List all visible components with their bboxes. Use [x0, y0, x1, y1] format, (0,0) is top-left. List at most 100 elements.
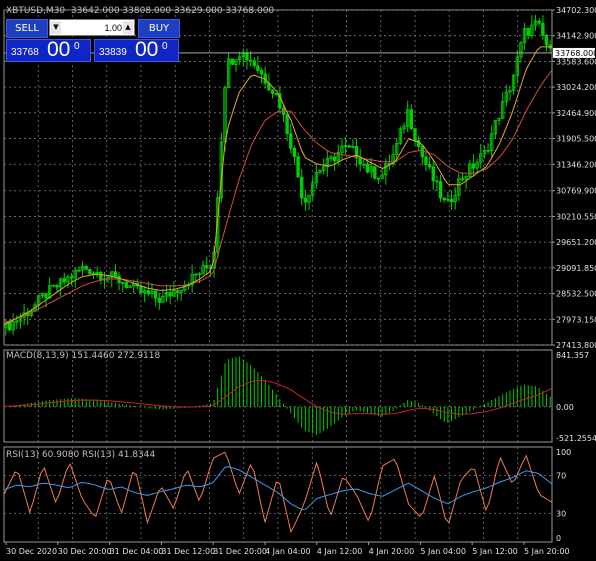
- bid-price-big: 00: [47, 38, 71, 61]
- rsi-tick-label: 0: [556, 534, 561, 543]
- candle-body: [175, 290, 180, 293]
- time-tick-label: 30 Dec 20:00: [58, 547, 112, 556]
- rsi-tick-label: 70: [556, 472, 566, 481]
- rsi-label: RSI(13) 60.9080 RSI(13) 41.8344: [6, 450, 156, 460]
- time-tick-label: 31 Dec 04:00: [110, 547, 164, 556]
- candle-body: [69, 276, 74, 279]
- price-tick-label: 33024.200: [556, 83, 596, 92]
- candle-body: [442, 197, 446, 201]
- price-tick-label: 30769.900: [556, 187, 596, 196]
- ask-price-sup: 0: [162, 41, 168, 52]
- candle-body: [157, 297, 161, 303]
- candle-body: [289, 133, 293, 149]
- candle-body: [347, 145, 351, 148]
- lot-size-field: ▼ ▲: [49, 19, 135, 36]
- current-price-label: 33768.000: [555, 49, 596, 58]
- candle-body: [139, 285, 143, 294]
- time-tick-label: 30 Dec 2020: [6, 547, 57, 556]
- candle-body: [332, 156, 337, 162]
- ohlc-values: 33642.000 33808.000 33629.000 33768.000: [70, 6, 275, 16]
- macd-tick-label: 0.00: [556, 403, 574, 412]
- candle-body: [55, 284, 59, 288]
- candle-body: [124, 282, 129, 289]
- candle-body: [292, 147, 297, 158]
- symbol-info: XBTUSD,M30 33642.000 33808.000 33629.000…: [6, 6, 274, 16]
- candle-body: [424, 156, 428, 165]
- price-tick-label: 27973.150: [556, 315, 596, 324]
- buy-button[interactable]: BUY: [138, 19, 180, 38]
- bid-price-sup: 0: [74, 41, 80, 52]
- time-tick-label: 4 Jan 04:00: [265, 547, 311, 556]
- candle-body: [248, 59, 253, 62]
- lot-increase-icon[interactable]: ▲: [123, 21, 133, 34]
- candle-body: [449, 198, 454, 203]
- price-tick-label: 30210.550: [556, 212, 596, 221]
- candle-body: [146, 290, 150, 295]
- lot-decrease-icon[interactable]: ▼: [51, 21, 61, 34]
- candle-body: [84, 265, 88, 270]
- candle-body: [153, 290, 158, 299]
- rsi-tick-label: 30: [556, 510, 566, 519]
- candle-body: [435, 180, 439, 183]
- symbol-name: XBTUSD,M30: [6, 6, 66, 16]
- price-tick-label: 34142.900: [556, 32, 596, 41]
- candle-body: [270, 89, 275, 94]
- price-tick-label: 31905.500: [556, 135, 596, 144]
- time-tick-label: 5 Jan 04:00: [420, 547, 466, 556]
- ask-price-box[interactable]: 33839 00 0: [94, 38, 179, 62]
- candle-body: [259, 70, 264, 75]
- candle-body: [358, 157, 362, 165]
- candle-body: [300, 176, 304, 199]
- chart-window: 34702.300 34142.900 33583.600 33024.200 3246…: [0, 0, 596, 561]
- time-tick-label: 5 Jan 12:00: [472, 547, 518, 556]
- candle-body: [205, 265, 209, 269]
- candle-body: [274, 92, 278, 95]
- candle-body: [471, 163, 476, 169]
- candle-body: [354, 146, 359, 159]
- price-tick-label: 29651.200: [556, 238, 596, 247]
- macd-label: MACD(8,13,9) 151.4460 272.9118: [6, 351, 161, 361]
- candle-body: [438, 181, 443, 199]
- candle-body: [88, 268, 92, 275]
- candle-body: [194, 273, 198, 276]
- candle-body: [252, 60, 256, 67]
- candle-body: [285, 114, 289, 134]
- candle-body: [413, 128, 417, 141]
- macd-tick-label: -521.2554: [556, 434, 596, 443]
- price-tick-label: 31346.200: [556, 160, 596, 169]
- candle-body: [537, 20, 541, 24]
- candle-body: [245, 52, 249, 61]
- candle-body: [113, 271, 118, 277]
- time-tick-label: 5 Jan 20:00: [524, 547, 570, 556]
- candle-body: [526, 28, 530, 36]
- time-tick-label: 31 Dec 12:00: [161, 547, 215, 556]
- bid-price-prefix: 33768: [11, 47, 39, 58]
- sell-button[interactable]: SELL: [6, 19, 48, 38]
- time-tick-label: 4 Jan 12:00: [317, 547, 363, 556]
- time-tick-label: 4 Jan 20:00: [369, 547, 415, 556]
- candle-body: [431, 166, 435, 182]
- price-tick-label: 27413.800: [556, 341, 596, 350]
- lot-size-input[interactable]: [62, 20, 122, 35]
- candle-body: [420, 146, 424, 158]
- bid-price-box[interactable]: 33768 00 0: [6, 38, 91, 62]
- candle-body: [7, 321, 12, 331]
- candle-body: [256, 65, 260, 71]
- one-click-trading-panel: SELL ▼ ▲ BUY 33768 00 0 33839 00 0: [6, 19, 180, 62]
- candle-body: [544, 34, 549, 46]
- candle-body: [99, 271, 103, 280]
- chart-canvas[interactable]: 34702.300 34142.900 33583.600 33024.200 3246…: [0, 0, 596, 561]
- ask-price-prefix: 33839: [99, 47, 127, 58]
- price-tick-label: 28532.500: [556, 290, 596, 299]
- candle-body: [62, 278, 66, 283]
- rsi-tick-label: 100: [556, 448, 571, 457]
- candle-body: [376, 177, 381, 180]
- time-tick-label: 31 Dec 20:00: [213, 547, 267, 556]
- candle-body: [44, 293, 48, 299]
- candle-body: [541, 22, 545, 36]
- candle-body: [460, 178, 465, 181]
- price-tick-label: 33583.600: [556, 57, 596, 66]
- candle-body: [427, 164, 432, 168]
- candle-body: [230, 58, 235, 65]
- candle-body: [365, 163, 370, 173]
